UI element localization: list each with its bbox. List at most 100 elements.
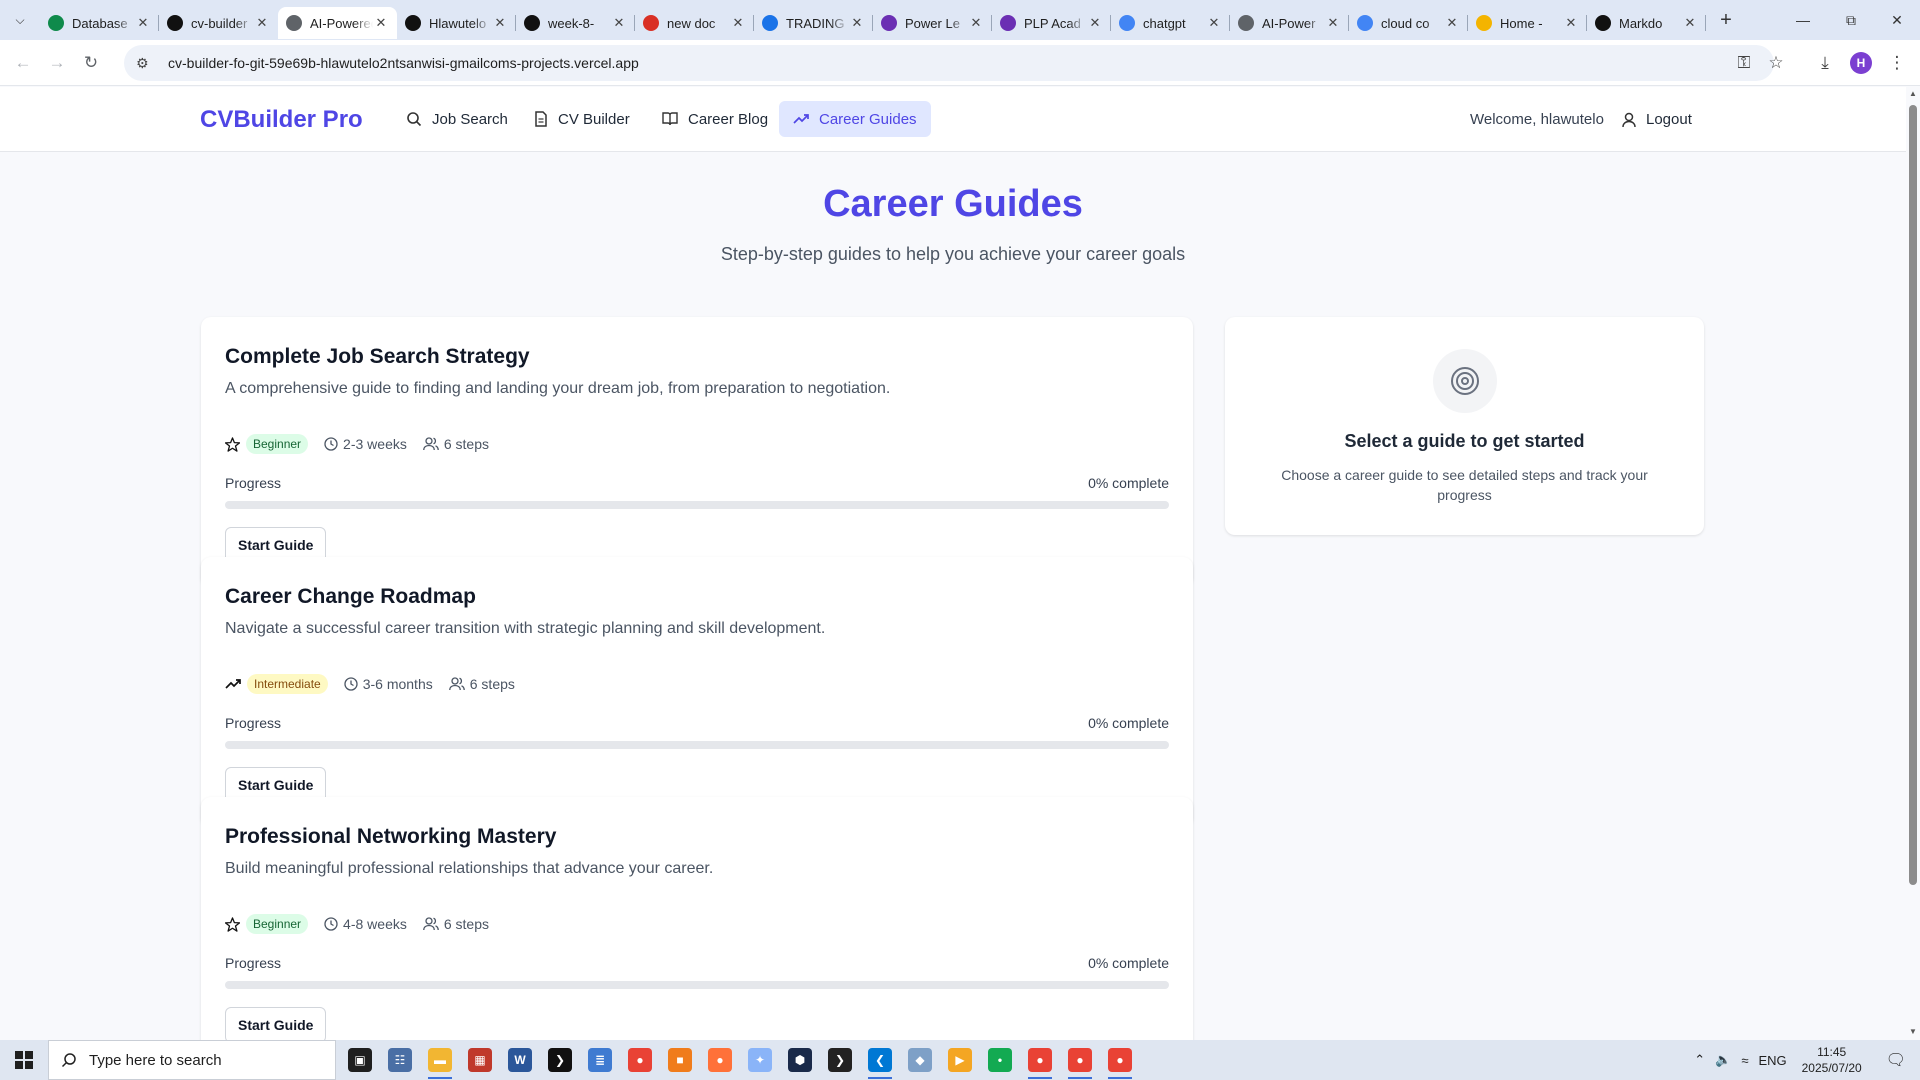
file-explorer-icon: ▬: [428, 1048, 452, 1072]
clock-time: 11:45: [1817, 1045, 1847, 1059]
browser-tab[interactable]: new doc ✕: [635, 7, 754, 39]
password-key-icon[interactable]: ⚿: [1727, 46, 1761, 80]
google-favicon: [1357, 15, 1373, 31]
browser-tab[interactable]: cv-builder ✕: [159, 7, 278, 39]
tab-close-icon[interactable]: ✕: [1563, 15, 1579, 31]
taskbar-search-box[interactable]: Type here to search: [48, 1040, 336, 1080]
tab-search-button[interactable]: ⌵: [0, 0, 40, 40]
tab-close-icon[interactable]: ✕: [730, 15, 746, 31]
browser-menu-icon[interactable]: ⋮: [1880, 46, 1914, 80]
taskbar-app-button[interactable]: ●: [620, 1040, 660, 1080]
taskbar-app-button[interactable]: ■: [660, 1040, 700, 1080]
brand-logo[interactable]: CVBuilder Pro: [200, 106, 363, 134]
taskbar-app-button[interactable]: W: [500, 1040, 540, 1080]
chevron-up-icon[interactable]: ⌃: [1689, 1052, 1710, 1068]
url-field[interactable]: ⚙ cv-builder-fo-git-59e69b-hlawutelo2nts…: [124, 45, 1774, 81]
taskbar-app-button[interactable]: ●: [1060, 1040, 1100, 1080]
wifi-icon[interactable]: ≈: [1736, 1053, 1753, 1068]
browser-tab[interactable]: chatgpt ✕: [1111, 7, 1230, 39]
taskbar-app-button[interactable]: ❯: [820, 1040, 860, 1080]
tab-title: Database: [72, 15, 128, 31]
calculator-icon: ≣: [588, 1048, 612, 1072]
nav-cv-builder[interactable]: CV Builder: [520, 101, 644, 137]
tab-close-icon[interactable]: ✕: [1325, 15, 1341, 31]
browser-tab[interactable]: Hlawutelo ✕: [397, 7, 516, 39]
nav-label: Career Blog: [688, 110, 769, 128]
taskbar-app-button[interactable]: ⬢: [780, 1040, 820, 1080]
scrollbar-thumb[interactable]: [1909, 105, 1917, 885]
tab-close-icon[interactable]: ✕: [1087, 15, 1103, 31]
tab-close-icon[interactable]: ✕: [1444, 15, 1460, 31]
browser-tab[interactable]: Database ✕: [40, 7, 159, 39]
notification-icon[interactable]: 🗨: [1872, 1050, 1920, 1070]
browser-tab[interactable]: AI-Powered ✕: [278, 7, 397, 39]
taskbar-app-button[interactable]: ▣: [340, 1040, 380, 1080]
tab-close-icon[interactable]: ✕: [254, 15, 270, 31]
browser-tab[interactable]: Home - ✕: [1468, 7, 1587, 39]
start-button[interactable]: [0, 1040, 48, 1080]
nav-career-guides[interactable]: Career Guides: [779, 101, 931, 137]
scroll-up-arrow-icon[interactable]: ▲: [1908, 89, 1918, 98]
taskbar-app-button[interactable]: ❮: [860, 1040, 900, 1080]
github-favicon: [524, 15, 540, 31]
browser-tab[interactable]: Power Le ✕: [873, 7, 992, 39]
tab-close-icon[interactable]: ✕: [968, 15, 984, 31]
taskbar-app-button[interactable]: ✦: [740, 1040, 780, 1080]
taskbar-app-button[interactable]: ▦: [460, 1040, 500, 1080]
taskbar-app-button[interactable]: ◆: [900, 1040, 940, 1080]
guide-card[interactable]: Career Change Roadmap Navigate a successf…: [201, 557, 1193, 827]
page-scrollbar[interactable]: ▲ ▼: [1906, 87, 1920, 1040]
taskbar-app-button[interactable]: ❯: [540, 1040, 580, 1080]
browser-tab[interactable]: Markdo ✕: [1587, 7, 1706, 39]
system-tray: ⌃ 🔈 ≈ ENG 11:45 2025/07/20 🗨: [1689, 1040, 1920, 1080]
site-info-icon[interactable]: ⚙: [136, 55, 156, 72]
progress-percent: 0% complete: [1088, 475, 1169, 491]
scroll-down-arrow-icon[interactable]: ▼: [1908, 1027, 1918, 1036]
tab-close-icon[interactable]: ✕: [492, 15, 508, 31]
profile-avatar[interactable]: H: [1850, 52, 1872, 74]
taskbar-clock[interactable]: 11:45 2025/07/20: [1792, 1044, 1872, 1076]
guide-title: Complete Job Search Strategy: [225, 345, 530, 368]
tab-close-icon[interactable]: ✕: [1206, 15, 1222, 31]
guide-duration: 3-6 months: [362, 676, 433, 692]
back-button[interactable]: ←: [6, 46, 40, 80]
tab-close-icon[interactable]: ✕: [1682, 15, 1698, 31]
guide-card[interactable]: Complete Job Search Strategy A comprehens…: [201, 317, 1193, 587]
language-indicator[interactable]: ENG: [1753, 1053, 1791, 1068]
download-icon[interactable]: ⤓: [1808, 46, 1842, 80]
browser-tab[interactable]: AI-Power ✕: [1230, 7, 1349, 39]
start-guide-button[interactable]: Start Guide: [225, 1007, 327, 1040]
close-window-button[interactable]: ✕: [1874, 0, 1920, 40]
volume-icon[interactable]: 🔈: [1710, 1052, 1736, 1068]
taskbar-app-button[interactable]: ●: [700, 1040, 740, 1080]
browser-tab[interactable]: PLP Acad ✕: [992, 7, 1111, 39]
browser-tab[interactable]: TRADING ✕: [754, 7, 873, 39]
guide-card[interactable]: Professional Networking Mastery Build mea…: [201, 797, 1193, 1040]
taskbar-app-button[interactable]: ▶: [940, 1040, 980, 1080]
tab-close-icon[interactable]: ✕: [135, 15, 151, 31]
reload-button[interactable]: ↻: [74, 46, 108, 80]
restore-button[interactable]: ⧉: [1828, 0, 1874, 40]
guide-title: Career Change Roadmap: [225, 585, 476, 608]
taskbar-app-button[interactable]: ▬: [420, 1040, 460, 1080]
taskbar-app-button[interactable]: •: [980, 1040, 1020, 1080]
tab-close-icon[interactable]: ✕: [611, 15, 627, 31]
browser-tab[interactable]: cloud co ✕: [1349, 7, 1468, 39]
logout-button[interactable]: Logout: [1622, 111, 1692, 128]
nav-career-blog[interactable]: Career Blog: [648, 101, 782, 137]
tab-close-icon[interactable]: ✕: [373, 15, 389, 31]
guide-meta: Beginner 2-3 weeks 6 steps: [225, 434, 489, 454]
bookmark-star-icon[interactable]: ☆: [1759, 46, 1793, 80]
nav-job-search[interactable]: Job Search: [392, 101, 522, 137]
tab-close-icon[interactable]: ✕: [849, 15, 865, 31]
target-icon: [1451, 367, 1479, 395]
new-tab-button[interactable]: +: [1710, 4, 1742, 36]
taskbar-app-button[interactable]: ●: [1100, 1040, 1140, 1080]
forward-button[interactable]: →: [40, 46, 74, 80]
minimize-button[interactable]: —: [1780, 0, 1826, 40]
taskbar-app-button[interactable]: ≣: [580, 1040, 620, 1080]
browser-tab[interactable]: week-8- ✕: [516, 7, 635, 39]
document-icon: [535, 111, 547, 127]
taskbar-app-button[interactable]: ☷: [380, 1040, 420, 1080]
taskbar-app-button[interactable]: ●: [1020, 1040, 1060, 1080]
